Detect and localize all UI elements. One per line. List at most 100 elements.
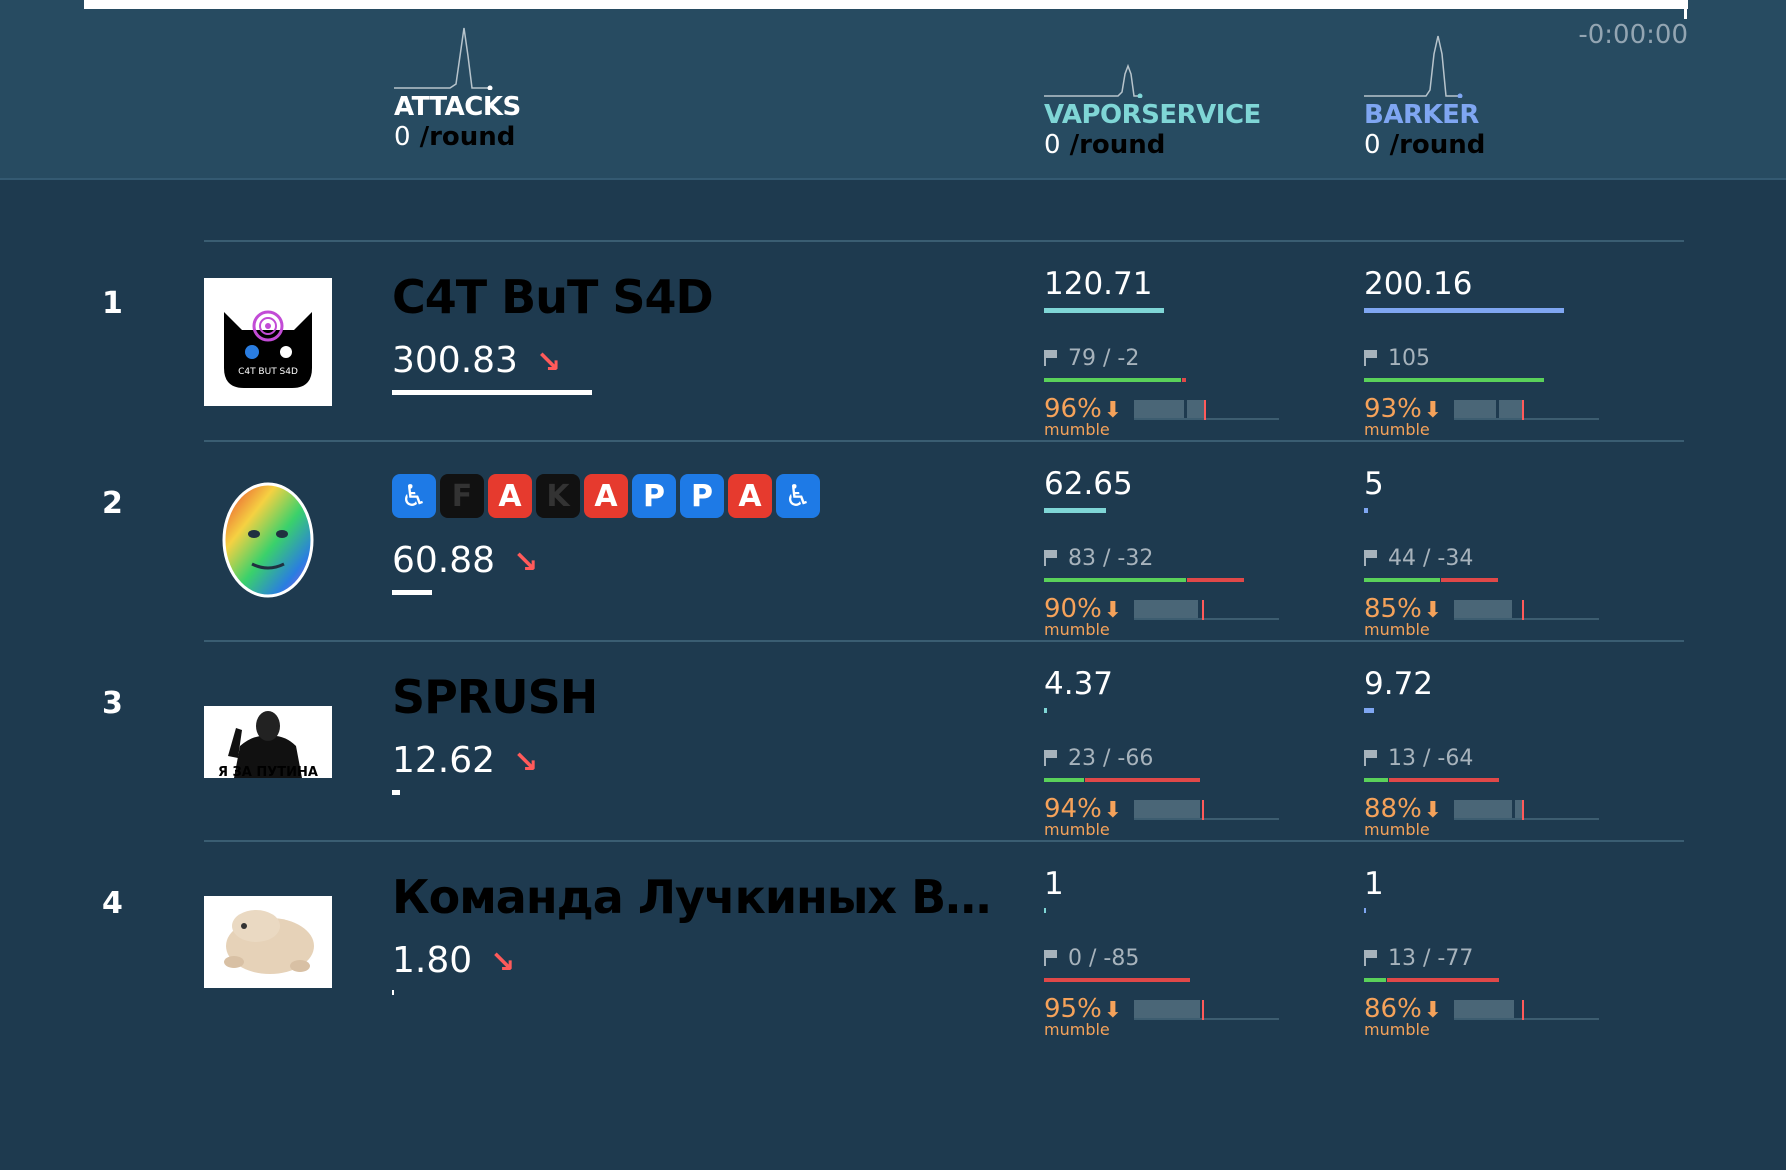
flag-icon xyxy=(1364,750,1378,766)
flag-icon xyxy=(1364,550,1378,566)
service-status: mumble xyxy=(1044,620,1110,639)
sla-history-bar xyxy=(1134,400,1204,418)
service-points: 5 xyxy=(1364,466,1384,502)
sla-track xyxy=(1454,418,1599,420)
letter-tile: A xyxy=(584,474,628,518)
flags-stat: 105 xyxy=(1364,346,1430,371)
flags-value: 79 / -2 xyxy=(1068,346,1140,371)
attacks-sparkline xyxy=(394,27,493,90)
service-status: mumble xyxy=(1364,420,1430,439)
sla-failure-marker xyxy=(1522,800,1524,820)
team-logo-poster: Я ЗА ПУТИНА xyxy=(204,706,332,778)
service-cell-vaporservice[interactable]: 4.37 23 / -66 94%⬇ mumble xyxy=(1044,642,1344,839)
flags-stat: 79 / -2 xyxy=(1044,346,1139,371)
service-cell-barker[interactable]: 200.16 105 93%⬇ mumble xyxy=(1364,242,1664,439)
service-cell-vaporservice[interactable]: 1 0 / -85 95%⬇ mumble xyxy=(1044,842,1344,1039)
sla-failure-marker xyxy=(1202,1000,1204,1020)
service-cell-barker[interactable]: 1 13 / -77 86%⬇ mumble xyxy=(1364,842,1664,1039)
vaporservice-rate-unit: /round xyxy=(1069,130,1166,160)
wheelchair-icon: ♿ xyxy=(776,474,820,518)
sla-track xyxy=(1134,418,1279,420)
service-cell-vaporservice[interactable]: 62.65 83 / -32 90%⬇ mumble xyxy=(1044,442,1344,639)
score-bar xyxy=(392,990,394,995)
trend-down-icon: ↘ xyxy=(513,545,539,580)
flags-stat: 13 / -64 xyxy=(1364,746,1473,771)
team-name: Команда Лучкиных Вяче… xyxy=(392,870,1012,924)
service-status: mumble xyxy=(1364,1020,1430,1039)
score-bar xyxy=(392,790,400,795)
round-timer: -0:00:00 xyxy=(1578,20,1688,50)
flags-gained-bar xyxy=(1364,978,1386,982)
sla-gap xyxy=(1184,400,1187,418)
vaporservice-sparkline xyxy=(1044,64,1143,98)
flags-gained-bar xyxy=(1364,778,1388,782)
team-score: 300.83 ↘ xyxy=(392,340,561,381)
service-points: 9.72 xyxy=(1364,666,1434,702)
letter-tile: F xyxy=(440,474,484,518)
poster-logo-text: Я ЗА ПУТИНА xyxy=(218,765,318,778)
flags-lost-bar xyxy=(1085,778,1200,782)
sla-failure-marker xyxy=(1522,1000,1524,1020)
service-points-bar xyxy=(1364,508,1368,513)
team-score-value: 1.80 xyxy=(392,940,473,981)
service-cell-vaporservice[interactable]: 120.71 79 / -2 96%⬇ mumble xyxy=(1044,242,1344,439)
service-header-barker[interactable]: BARKER 0 /round xyxy=(1364,34,1485,160)
flags-gained-bar xyxy=(1364,378,1544,382)
vaporservice-title: VAPORSERVICE xyxy=(1044,100,1261,130)
attacks-title: ATTACKS xyxy=(394,92,521,122)
team-row[interactable]: 1 C4T BUT S4D C4T BuT S4D 300.83 ↘ 120.71… xyxy=(0,242,1786,442)
letter-tile: P xyxy=(680,474,724,518)
flags-lost-bar xyxy=(1182,378,1186,382)
flag-icon xyxy=(1364,950,1378,966)
service-status: mumble xyxy=(1364,620,1430,639)
flags-lost-bar xyxy=(1441,578,1498,582)
flag-icon xyxy=(1364,350,1378,366)
sla-gap xyxy=(1496,400,1499,418)
team-score-value: 300.83 xyxy=(392,340,518,381)
service-points: 4.37 xyxy=(1044,666,1114,702)
letter-tile: A xyxy=(728,474,772,518)
scoreboard-header: -0:00:00 ATTACKS 0 /round VAPORSERVICE 0… xyxy=(0,0,1786,180)
sla-failure-marker xyxy=(1204,400,1206,420)
flags-stat: 23 / -66 xyxy=(1044,746,1153,771)
team-logo-frog xyxy=(204,896,332,988)
round-progress-bar xyxy=(84,0,1688,9)
service-points-bar xyxy=(1364,908,1366,913)
sla-failure-marker xyxy=(1522,600,1524,620)
round-progress-marker xyxy=(1684,0,1687,19)
wheelchair-icon: ♿ xyxy=(392,474,436,518)
service-status: mumble xyxy=(1044,820,1110,839)
flag-icon xyxy=(1044,750,1058,766)
sla-history-bar xyxy=(1454,1000,1514,1018)
letter-tile: P xyxy=(632,474,676,518)
sla-history-bar xyxy=(1454,400,1524,418)
flags-gained-bar xyxy=(1044,578,1186,582)
barker-rate-value: 0 xyxy=(1364,130,1381,160)
score-bar xyxy=(392,390,592,395)
attacks-column-header[interactable]: ATTACKS 0 /round xyxy=(394,26,521,152)
team-row[interactable]: 3 Я ЗА ПУТИНА SPRUSH 12.62 ↘ 4.37 23 / -6… xyxy=(0,642,1786,842)
team-rank: 3 xyxy=(102,686,123,721)
flags-value: 83 / -32 xyxy=(1068,546,1154,571)
flags-stat: 13 / -77 xyxy=(1364,946,1473,971)
barker-rate-unit: /round xyxy=(1389,130,1486,160)
service-cell-barker[interactable]: 9.72 13 / -64 88%⬇ mumble xyxy=(1364,642,1664,839)
service-points-bar xyxy=(1044,708,1047,713)
flags-lost-bar xyxy=(1389,778,1499,782)
barker-title: BARKER xyxy=(1364,100,1479,130)
service-points: 200.16 xyxy=(1364,266,1473,302)
service-cell-barker[interactable]: 5 44 / -34 85%⬇ mumble xyxy=(1364,442,1664,639)
service-points-bar xyxy=(1044,908,1046,913)
service-status: mumble xyxy=(1364,820,1430,839)
team-score-value: 12.62 xyxy=(392,740,496,781)
service-header-vaporservice[interactable]: VAPORSERVICE 0 /round xyxy=(1044,64,1261,160)
team-row[interactable]: 2 ♿ F A K A P P A ♿ 60.88 ↘ 62.65 83 / -… xyxy=(0,442,1786,642)
flags-stat: 0 / -85 xyxy=(1044,946,1139,971)
flag-icon xyxy=(1044,550,1058,566)
team-row[interactable]: 4 Команда Лучкиных Вяче… 1.80 ↘ 1 0 / -85… xyxy=(0,842,1786,1042)
service-points-bar xyxy=(1364,308,1564,313)
sla-gap xyxy=(1512,800,1515,818)
attacks-rate-unit: /round xyxy=(419,122,516,152)
team-logo-face xyxy=(204,478,332,606)
team-name: SPRUSH xyxy=(392,670,598,724)
